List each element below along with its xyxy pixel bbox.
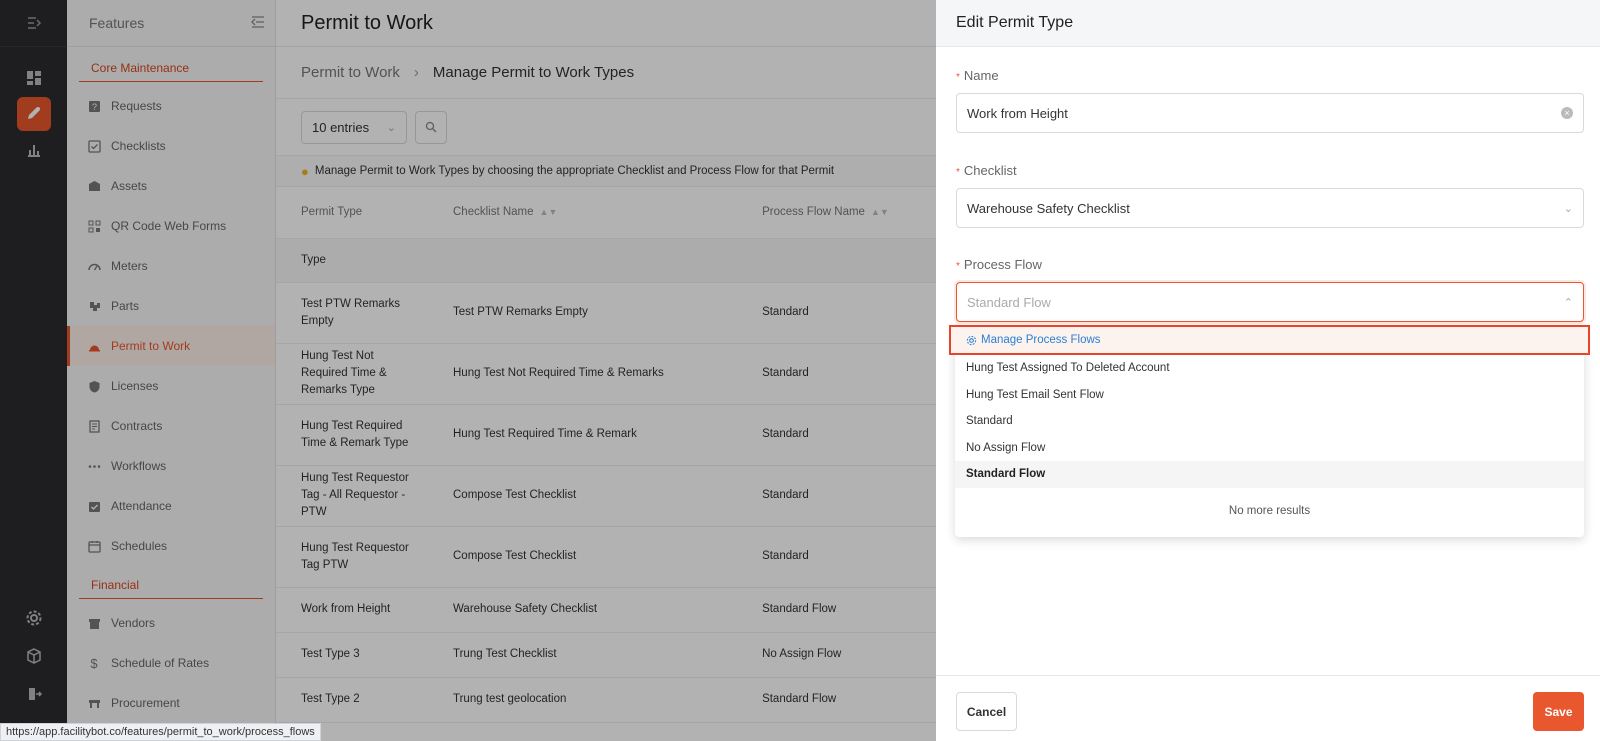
- clear-icon[interactable]: ×: [1561, 107, 1573, 119]
- drawer-title: Edit Permit Type: [936, 0, 1600, 47]
- process-flow-field-group: * Process Flow Standard Flow ⌃: [956, 257, 1584, 322]
- save-button[interactable]: Save: [1533, 692, 1584, 731]
- manage-process-flows-option[interactable]: Manage Process Flows: [949, 325, 1590, 355]
- checklist-field-group: * Checklist Warehouse Safety Checklist ⌄: [956, 163, 1584, 228]
- process-flow-dropdown: Manage Process Flows Hung Test Assigned …: [949, 325, 1590, 537]
- chevron-up-icon: ⌃: [1563, 296, 1573, 309]
- process-flow-option[interactable]: Hung Test Email Sent Flow: [955, 382, 1584, 409]
- checklist-select[interactable]: Warehouse Safety Checklist ⌄: [956, 188, 1584, 228]
- process-flow-label: Process Flow: [963, 257, 1042, 272]
- modal-overlay[interactable]: [0, 0, 936, 741]
- required-marker: *: [956, 167, 960, 178]
- name-value: Work from Height: [967, 105, 1068, 121]
- process-flow-option[interactable]: Standard: [955, 408, 1584, 435]
- manage-process-flows-label: Manage Process Flows: [981, 334, 1101, 346]
- status-bar-url: https://app.facilitybot.co/features/perm…: [0, 723, 321, 741]
- required-marker: *: [956, 72, 960, 83]
- process-flow-placeholder: Standard Flow: [967, 294, 1051, 310]
- chevron-down-icon: ⌄: [1563, 202, 1573, 215]
- gear-icon: [966, 335, 977, 345]
- process-flow-option[interactable]: Hung Test Assigned To Deleted Account: [955, 355, 1584, 382]
- checklist-value: Warehouse Safety Checklist: [967, 200, 1130, 216]
- no-more-results: No more results: [1228, 504, 1311, 517]
- name-input[interactable]: Work from Height ×: [956, 93, 1584, 133]
- name-label: Name: [963, 68, 999, 83]
- process-flow-select[interactable]: Standard Flow ⌃: [956, 282, 1584, 322]
- process-flow-option[interactable]: Standard Flow: [955, 461, 1584, 488]
- required-marker: *: [956, 261, 960, 272]
- cancel-button[interactable]: Cancel: [956, 692, 1017, 731]
- name-field-group: * Name Work from Height ×: [956, 68, 1584, 133]
- checklist-label: Checklist: [963, 163, 1017, 178]
- process-flow-option[interactable]: No Assign Flow: [955, 435, 1584, 462]
- drawer-footer: Cancel Save: [936, 675, 1600, 741]
